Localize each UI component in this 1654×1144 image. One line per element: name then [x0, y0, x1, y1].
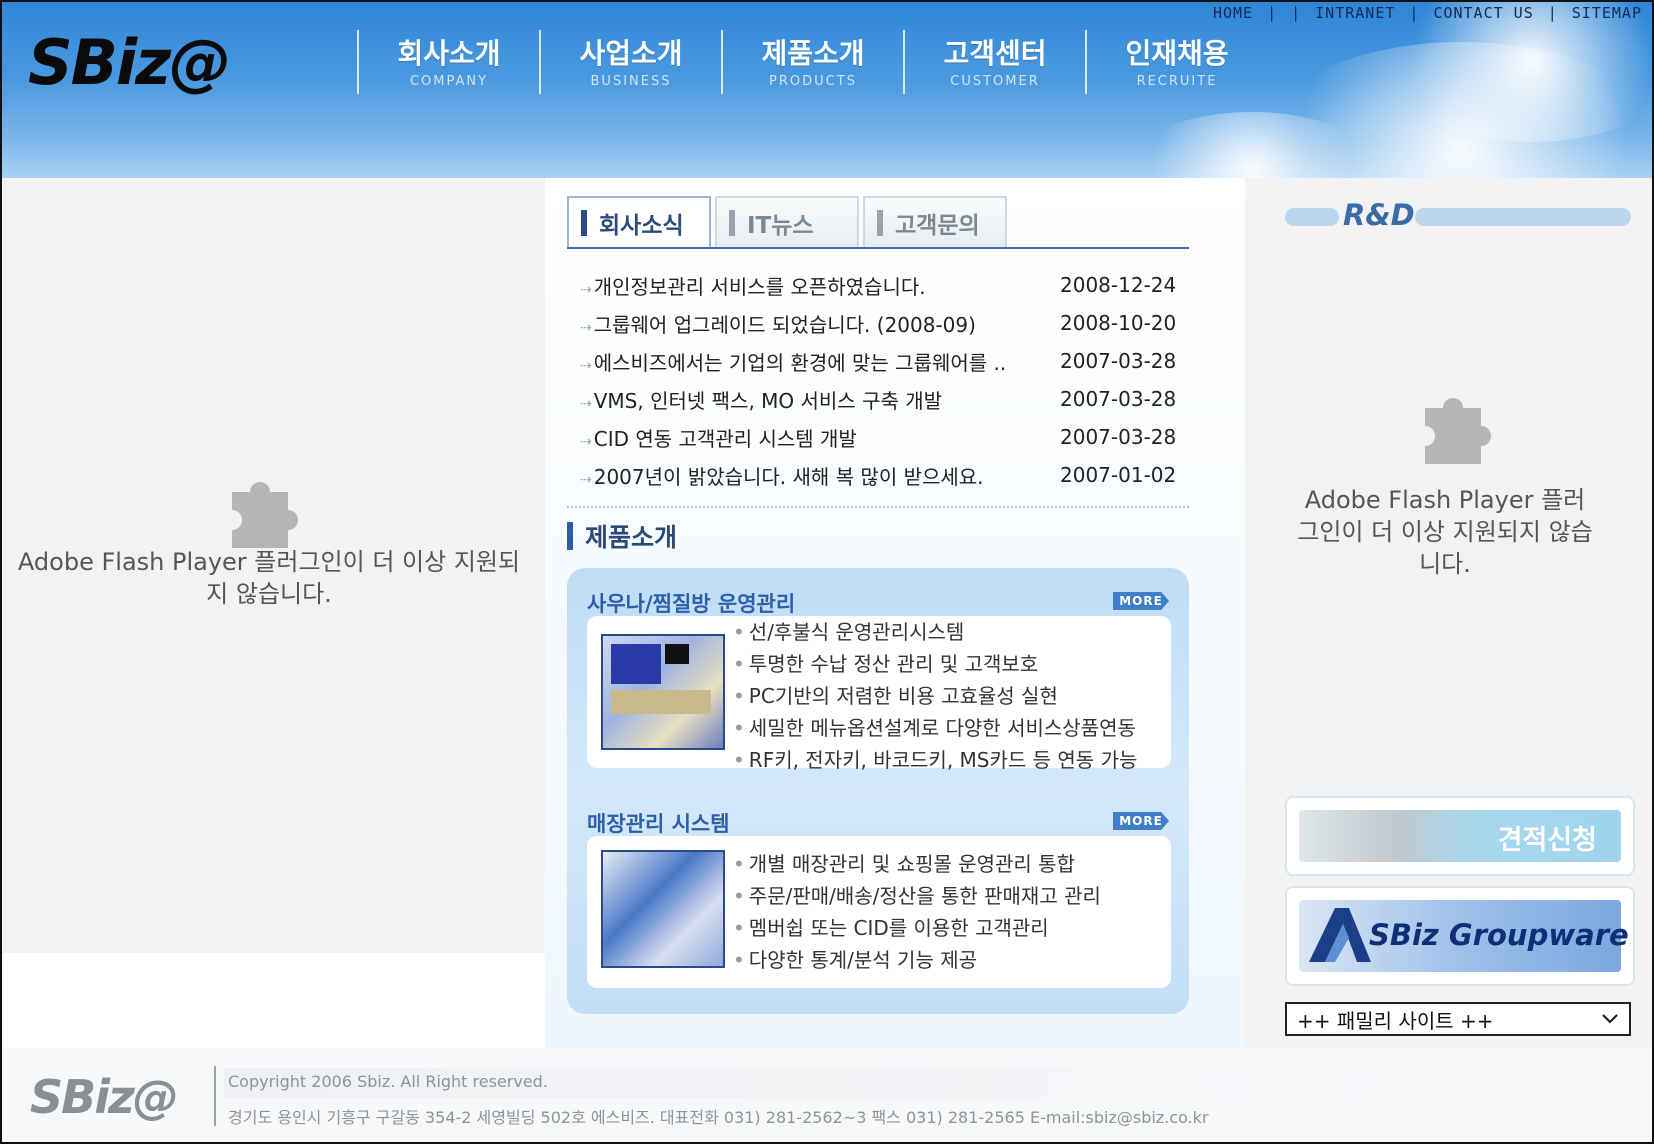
news-item[interactable]: ⇢ 에스비즈에서는 기업의 환경에 맞는 그룹웨어를 .. 2007-03-28	[580, 342, 1180, 380]
more-button[interactable]: MORE	[1113, 812, 1169, 830]
product-title[interactable]: 매장관리 시스템	[587, 808, 730, 838]
feature-item: • 개별 매장관리 및 쇼핑몰 운영관리 통합	[733, 852, 1075, 876]
divider	[567, 506, 1189, 508]
feature-item: • 다양한 통계/분석 기능 제공	[733, 948, 978, 972]
puzzle-piece-icon	[1425, 398, 1491, 464]
news-item[interactable]: ⇢ 2007년이 밝았습니다. 새해 복 많이 받으세요. 2007-01-02	[580, 456, 1180, 494]
arrow-icon: ⇢	[580, 395, 592, 412]
products-section-title: 제품소개	[567, 518, 677, 554]
top-link-home[interactable]: HOME	[1213, 4, 1253, 22]
feature-item: • 투명한 수납 정산 관리 및 고객보호	[733, 652, 1039, 676]
copyright-text: Copyright 2006 Sbiz. All Right reserved.	[228, 1072, 548, 1091]
product-features: • 개별 매장관리 및 쇼핑몰 운영관리 통합 • 주문/판매/배송/정산을 통한 …	[733, 848, 1101, 976]
rd-label: R&D	[1343, 198, 1415, 232]
news-list: ⇢ 개인정보관리 서비스를 오픈하였습니다. 2008-12-24 ⇢ 그룹웨어 업…	[580, 266, 1180, 494]
estimate-request-label: 견적신청	[1497, 825, 1597, 856]
arrow-icon: ⇢	[580, 471, 592, 488]
tab-company-news[interactable]: 회사소식	[567, 196, 711, 248]
nav-products[interactable]: 제품소개 PRODUCTS	[721, 30, 903, 94]
chevron-down-icon	[1602, 1014, 1618, 1024]
arrow-icon: ⇢	[580, 433, 592, 450]
feature-item: • 선/후불식 운영관리시스템	[733, 620, 965, 644]
top-link-sitemap[interactable]: SITEMAP	[1572, 4, 1642, 22]
arrow-icon: ⇢	[580, 281, 592, 298]
tab-underline	[567, 247, 1189, 249]
tab-customer-inquiry[interactable]: 고객문의	[863, 196, 1007, 248]
groupware-logo-icon	[1309, 908, 1371, 962]
nav-company[interactable]: 회사소개 COMPANY	[357, 30, 539, 94]
news-item[interactable]: ⇢ 개인정보관리 서비스를 오픈하였습니다. 2008-12-24	[580, 266, 1180, 304]
product-features: • 선/후불식 운영관리시스템 • 투명한 수납 정산 관리 및 고객보호 • PC기…	[733, 616, 1137, 776]
arrow-icon: ⇢	[580, 319, 592, 336]
news-tabs: 회사소식 IT뉴스 고객문의	[567, 196, 1007, 248]
page-frame: HOME | | INTRANET | CONTACT US | SITEMAP…	[0, 0, 1654, 1144]
news-item[interactable]: ⇢ 그룹웨어 업그레이드 되었습니다. (2008-09) 2008-10-20	[580, 304, 1180, 342]
rd-header: R&D	[1285, 198, 1631, 234]
top-links: HOME | | INTRANET | CONTACT US | SITEMAP	[1212, 4, 1642, 22]
product-card: • 개별 매장관리 및 쇼핑몰 운영관리 통합 • 주문/판매/배송/정산을 통한 …	[587, 836, 1171, 988]
groupware-banner[interactable]: SBiz Groupware	[1285, 886, 1635, 986]
product-card: • 선/후불식 운영관리시스템 • 투명한 수납 정산 관리 및 고객보호 • PC기…	[587, 616, 1171, 772]
more-button[interactable]: MORE	[1113, 592, 1169, 610]
main-nav: 회사소개 COMPANY 사업소개 BUSINESS 제품소개 PRODUCTS…	[357, 30, 1267, 94]
footer-logo: SBiz@	[30, 1070, 179, 1124]
top-link-intranet[interactable]: INTRANET	[1315, 4, 1395, 22]
nav-business[interactable]: 사업소개 BUSINESS	[539, 30, 721, 94]
sbiz-logo[interactable]: SBiz@	[28, 26, 231, 99]
arrow-icon: ⇢	[580, 357, 592, 374]
estimate-request-banner[interactable]: 견적신청	[1285, 796, 1635, 876]
site-header: HOME | | INTRANET | CONTACT US | SITEMAP…	[2, 2, 1652, 178]
product-screenshot[interactable]	[601, 850, 725, 968]
main-content: 회사소식 IT뉴스 고객문의 ⇢ 개인정보관리 서비스를 오픈하였습니다. 200…	[545, 178, 1245, 1048]
left-flash-placeholder: Adobe Flash Player 플러그인이 더 이상 지원되지 않습니다.	[2, 178, 545, 953]
site-footer: SBiz@ Copyright 2006 Sbiz. All Right res…	[2, 1048, 1652, 1142]
feature-item: • PC기반의 저렴한 비용 고효율성 실현	[733, 684, 1058, 708]
flash-unsupported-message: Adobe Flash Player 플러그인이 더 이상 지원되지 않습니다.	[17, 548, 521, 608]
news-item[interactable]: ⇢ CID 연동 고객관리 시스템 개발 2007-03-28	[580, 418, 1180, 456]
product-title[interactable]: 사우나/찜질방 운영관리	[587, 588, 795, 618]
nav-recruit[interactable]: 인재채용 RECRUITE	[1085, 30, 1267, 94]
flash-unsupported-message: Adobe Flash Player 플러그인이 더 이상 지원되지 않습니다.	[1297, 486, 1593, 578]
product-screenshot[interactable]	[601, 634, 725, 750]
feature-item: • 세밀한 메뉴옵션설계로 다양한 서비스상품연동	[733, 716, 1136, 740]
right-sidebar: R&D Adobe Flash Player 플러그인이 더 이상 지원되지 않…	[1245, 178, 1652, 1048]
tab-it-news[interactable]: IT뉴스	[715, 196, 859, 248]
feature-item: • RF키, 전자키, 바코드키, MS카드 등 연동 가능	[733, 748, 1138, 772]
feature-item: • 주문/판매/배송/정산을 통한 판매재고 관리	[733, 884, 1101, 908]
address-text: 경기도 용인시 기흥구 구갈동 354-2 세영빌딩 502호 에스비즈. 대표…	[228, 1108, 1209, 1127]
family-site-select[interactable]: ++ 패밀리 사이트 ++	[1285, 1002, 1631, 1036]
groupware-label: SBiz Groupware	[1369, 918, 1629, 952]
feature-item: • 멤버쉽 또는 CID를 이용한 고객관리	[733, 916, 1049, 940]
top-link-contact-us[interactable]: CONTACT US	[1433, 4, 1533, 22]
news-item[interactable]: ⇢ VMS, 인터넷 팩스, MO 서비스 구축 개발 2007-03-28	[580, 380, 1180, 418]
puzzle-piece-icon	[232, 482, 298, 548]
nav-customer[interactable]: 고객센터 CUSTOMER	[903, 30, 1085, 94]
products-panel: 사우나/찜질방 운영관리 MORE • 선/후불식 운영관리시스템 • 투명한 수납…	[567, 568, 1189, 1014]
